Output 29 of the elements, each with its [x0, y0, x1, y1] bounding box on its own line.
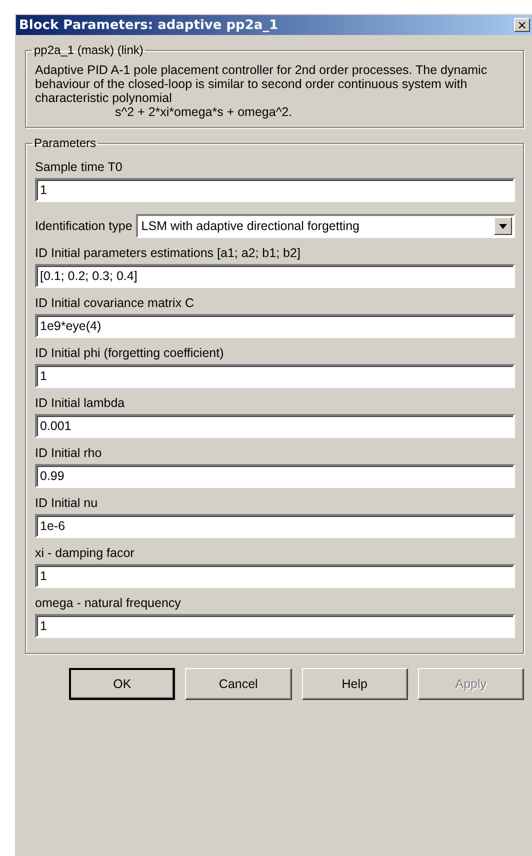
field-label: xi - damping facor	[35, 546, 136, 560]
close-button[interactable]: ×	[514, 18, 530, 32]
group-title: Parameters	[33, 136, 98, 150]
input-field[interactable]: [0.1; 0.2; 0.3; 0.4]	[35, 264, 515, 288]
window-title: Block Parameters: adaptive pp2a_1	[19, 18, 278, 32]
input-field[interactable]: 1	[35, 564, 515, 588]
dialog-button[interactable]: OK	[69, 668, 176, 700]
field-label: ID Initial parameters estimations [a1; a2; b1; b2]	[35, 246, 302, 260]
input-field[interactable]: 1e9*eye(4)	[35, 314, 515, 338]
caret-icon	[494, 217, 512, 235]
field-label: ID Initial rho	[35, 446, 103, 460]
field-label: Identification type	[35, 219, 132, 233]
input-field[interactable]: 0.99	[35, 464, 515, 488]
dialog-button[interactable]: Cancel	[185, 668, 292, 700]
group-title: pp2a_1 (mask) (link)	[33, 43, 144, 57]
input-field[interactable]: 1	[35, 178, 515, 202]
field-label: omega - natural frequency	[35, 596, 182, 610]
field-label: Sample time T0	[35, 160, 124, 174]
input-field[interactable]: 1e-6	[35, 514, 515, 538]
field-label: ID Initial phi (forgetting coefficient)	[35, 346, 225, 360]
input-field[interactable]: 1	[35, 364, 515, 388]
dialog-button[interactable]: Help	[302, 668, 408, 700]
formula-text: s^2 + 2*xi*omega*s + omega^2.	[115, 105, 294, 119]
dropdown[interactable]: LSM with adaptive directional forgetting	[136, 214, 515, 238]
field-label: ID Initial covariance matrix C	[35, 296, 196, 310]
input-field[interactable]: 0.001	[35, 414, 515, 438]
field-label: ID Initial lambda	[35, 396, 126, 410]
input-field[interactable]: 1	[35, 614, 515, 638]
field-label: ID Initial nu	[35, 496, 99, 510]
